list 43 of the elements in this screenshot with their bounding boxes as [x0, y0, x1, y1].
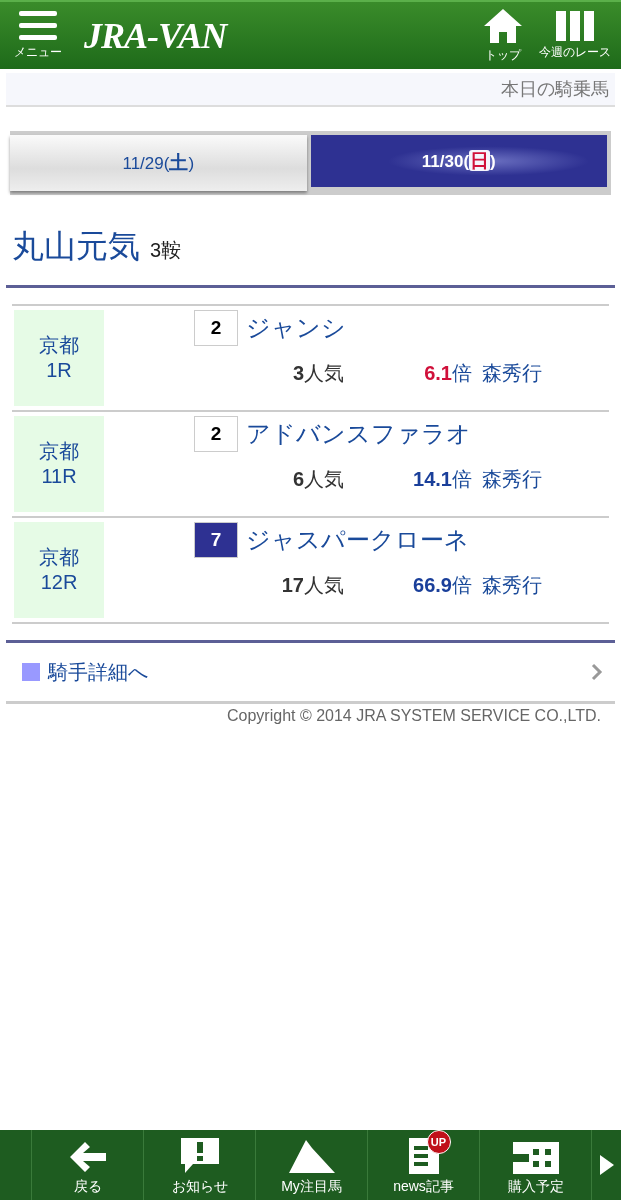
bottom-nav-button[interactable]: UP news記事 — [368, 1130, 480, 1200]
jockey-detail-link[interactable]: 騎手詳細へ — [6, 643, 615, 704]
horse-number: 2 — [194, 416, 238, 452]
header-nav-button[interactable]: トップ — [479, 7, 527, 64]
page-title: 本日の騎乗馬 — [501, 79, 609, 99]
horse-number: 2 — [194, 310, 238, 346]
jockey-name: 丸山元気 — [12, 227, 140, 266]
horse-name[interactable]: ジャンシ — [246, 312, 346, 344]
columns-icon — [556, 10, 594, 41]
odds-text: 66.9倍 — [412, 573, 472, 598]
popularity-text: 6人気 — [291, 467, 344, 492]
bottom-nav-button[interactable]: お知らせ — [144, 1130, 256, 1200]
trainer-name[interactable]: 森秀行 — [482, 572, 542, 599]
bottom-nav-button[interactable]: 戻る — [32, 1130, 144, 1200]
odds-text: 6.1倍 — [423, 361, 472, 386]
horse-name[interactable]: ジャスパークローネ — [246, 524, 469, 556]
chevron-icon — [591, 663, 603, 681]
square-icon — [22, 663, 40, 681]
message-alert-icon — [180, 1138, 219, 1174]
horse-name[interactable]: アドバンスファラオ — [246, 418, 471, 450]
home-icon — [483, 7, 523, 44]
copyright-text: Copyright © 2014 JRA SYSTEM SERVICE CO.,LTD. — [227, 707, 601, 724]
logo[interactable]: JRA-VAN — [84, 14, 227, 57]
trainer-name[interactable]: 森秀行 — [482, 466, 542, 493]
bottom-nav-button[interactable]: My注目馬 — [256, 1130, 368, 1200]
popularity-text: 3人気 — [291, 361, 344, 386]
ticket-icon — [512, 1142, 559, 1174]
race-label[interactable]: 京都 1R — [14, 310, 104, 406]
menu-icon — [19, 10, 57, 41]
horse-number: 7 — [194, 522, 238, 558]
right-triangle-icon — [599, 1155, 614, 1175]
date-tab[interactable]: 11/29(土) — [10, 135, 307, 191]
bottom-nav-button[interactable]: 購入予定 — [480, 1130, 592, 1200]
race-label[interactable]: 京都 11R — [14, 416, 104, 512]
header-nav-button[interactable]: 今週のレース — [535, 10, 615, 61]
odds-text: 14.1倍 — [412, 467, 472, 492]
race-label[interactable]: 京都 12R — [14, 522, 104, 618]
trainer-name[interactable]: 森秀行 — [482, 360, 542, 387]
menu-button[interactable]: メニュー — [10, 10, 66, 61]
date-tab[interactable]: 11/30(日) — [310, 135, 607, 187]
popularity-text: 17人気 — [280, 573, 344, 598]
ride-count: 3鞍 — [150, 238, 182, 263]
update-badge: UP — [426, 1130, 451, 1154]
